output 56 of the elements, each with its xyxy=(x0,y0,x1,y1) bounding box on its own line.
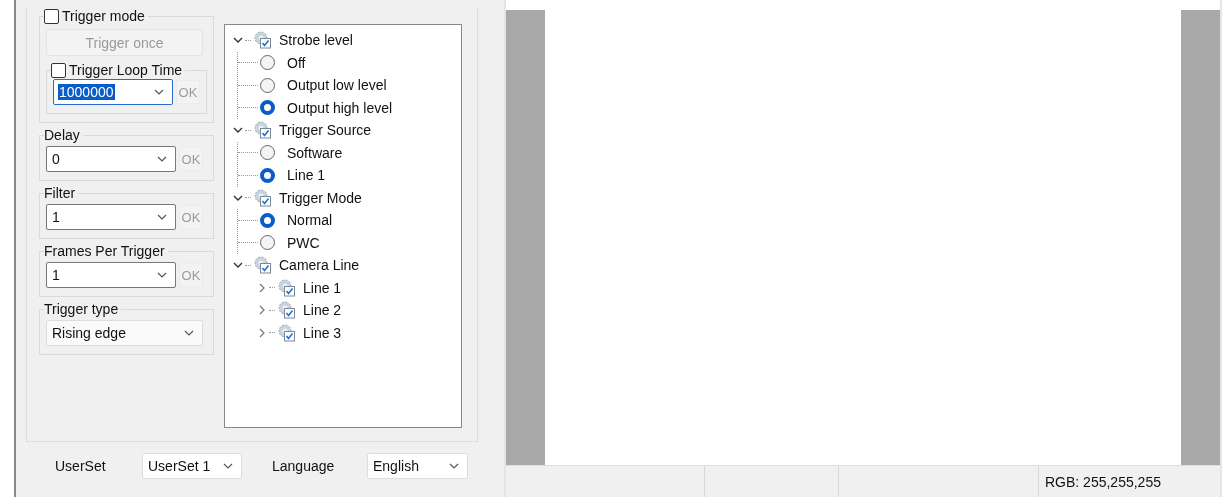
language-combo[interactable]: English xyxy=(367,452,468,479)
tree-item[interactable]: Line 1 xyxy=(303,279,342,296)
radio-button[interactable] xyxy=(260,55,275,71)
chevron-down-icon xyxy=(157,272,167,278)
tree-item[interactable]: Strobe level xyxy=(279,32,353,49)
radio-button[interactable] xyxy=(260,212,275,228)
gear-checkbox-icon xyxy=(253,188,273,207)
radio-label[interactable]: Software xyxy=(287,144,343,161)
trigger-mode-label: Trigger mode xyxy=(62,8,145,25)
radio-button[interactable] xyxy=(260,145,275,161)
gear-checkbox-icon xyxy=(253,256,273,275)
checkbox[interactable] xyxy=(44,9,59,24)
checkbox[interactable] xyxy=(51,63,66,78)
gear-checkbox-icon xyxy=(277,301,297,320)
radio-label[interactable]: Line 1 xyxy=(287,167,326,184)
chevron-down-icon xyxy=(157,214,167,220)
chevron-down-icon xyxy=(449,462,459,469)
tree-item[interactable]: Line 3 xyxy=(303,324,342,341)
tree-item[interactable]: Trigger Mode xyxy=(279,189,362,206)
tree-item[interactable]: Camera Line xyxy=(279,257,360,274)
value-combo[interactable]: Rising edge xyxy=(46,320,203,346)
chevron-down-icon xyxy=(223,462,233,469)
gear-checkbox-icon xyxy=(277,278,297,297)
userset-label: UserSet xyxy=(55,457,107,474)
userset-combo[interactable]: UserSet 1 xyxy=(142,452,242,479)
chevron-right-icon[interactable] xyxy=(257,305,267,316)
tree-item[interactable]: Trigger Source xyxy=(279,122,372,139)
radio-button[interactable] xyxy=(260,100,275,116)
chevron-right-icon[interactable] xyxy=(257,327,267,338)
gear-checkbox-icon xyxy=(277,323,297,342)
trigger-loop-time-label: Trigger Loop Time xyxy=(69,62,183,79)
radio-button[interactable] xyxy=(260,167,275,183)
chevron-down-icon xyxy=(154,89,164,95)
gear-checkbox-icon xyxy=(253,31,273,50)
language-label: Language xyxy=(272,457,336,474)
group-label: Frames Per Trigger xyxy=(44,243,165,260)
group-label: Filter xyxy=(44,185,76,202)
radio-label[interactable]: Output high level xyxy=(287,99,393,116)
group-label: Delay xyxy=(44,127,80,144)
radio-label[interactable]: Output low level xyxy=(287,77,387,94)
value-combo[interactable]: 1 xyxy=(46,204,176,230)
radio-button[interactable] xyxy=(260,77,275,93)
rgb-readout: RGB: 255,255,255 xyxy=(1045,473,1161,490)
radio-label[interactable]: Off xyxy=(287,54,306,71)
group-label: Trigger type xyxy=(44,301,119,318)
chevron-down-icon xyxy=(157,156,167,162)
loop-time-combo[interactable]: 1000000 xyxy=(53,79,173,105)
radio-label[interactable]: PWC xyxy=(287,234,320,251)
value-combo[interactable]: 0 xyxy=(46,146,176,172)
radio-button[interactable] xyxy=(260,235,275,251)
radio-label[interactable]: Normal xyxy=(287,212,333,229)
chevron-right-icon[interactable] xyxy=(257,282,267,293)
tree-item[interactable]: Line 2 xyxy=(303,302,342,319)
gear-checkbox-icon xyxy=(253,121,273,140)
value-combo[interactable]: 1 xyxy=(46,262,176,288)
chevron-down-icon xyxy=(184,330,194,336)
